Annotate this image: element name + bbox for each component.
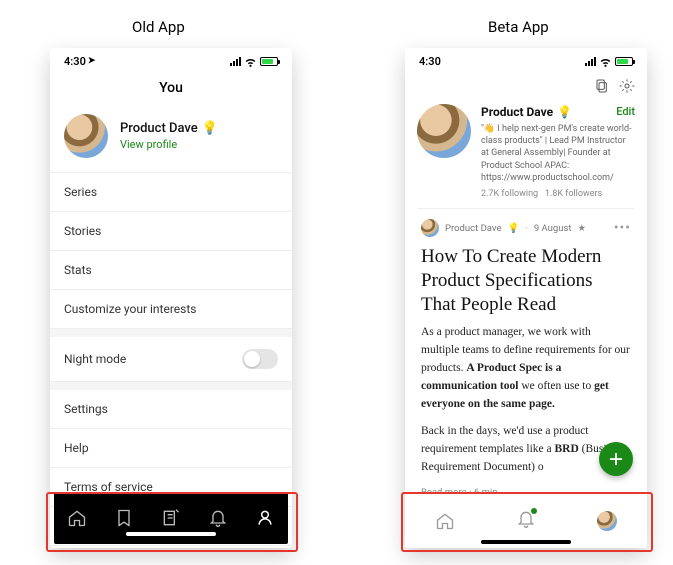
- battery-icon: [615, 57, 633, 66]
- signal-icon: [230, 57, 241, 66]
- profile-row[interactable]: Product Dave💡 View profile: [50, 106, 292, 172]
- compose-fab[interactable]: [599, 442, 633, 476]
- top-actions: [593, 78, 635, 94]
- tab-home-icon[interactable]: [435, 511, 455, 531]
- status-bar: 4:30 ➤: [50, 48, 292, 74]
- beta-app-phone: 4:30 Product Dave💡 Edit "👋 I help next-g…: [405, 48, 647, 548]
- byline-author: Product Dave: [445, 223, 501, 234]
- follow-stats[interactable]: 2.7K following1.8K followers: [481, 188, 635, 200]
- home-indicator: [481, 540, 571, 544]
- row-series[interactable]: Series: [50, 173, 292, 212]
- row-settings[interactable]: Settings: [50, 382, 292, 429]
- page-title: You: [50, 74, 292, 106]
- followers-count: 1.8K followers: [538, 189, 602, 199]
- post-byline: Product Dave 💡 · 9 August ★ •••: [421, 219, 631, 237]
- byline-avatar: [421, 219, 439, 237]
- article-para-1: As a product manager, we work with multi…: [421, 324, 631, 413]
- row-help[interactable]: Help: [50, 429, 292, 468]
- wifi-icon: [599, 55, 612, 68]
- old-app-label: Old App: [132, 18, 185, 36]
- tab-bookmark-icon[interactable]: [114, 508, 134, 528]
- view-profile-link[interactable]: View profile: [120, 138, 218, 151]
- row-stats[interactable]: Stats: [50, 251, 292, 290]
- gear-icon[interactable]: [619, 78, 635, 94]
- status-time: 4:30: [419, 55, 441, 68]
- copy-icon[interactable]: [593, 78, 609, 94]
- row-customize[interactable]: Customize your interests: [50, 290, 292, 329]
- status-bar: 4:30: [405, 48, 647, 74]
- tab-home-icon[interactable]: [67, 508, 87, 528]
- row-night-mode: Night mode: [50, 329, 292, 382]
- article-para-2: Back in the days, we'd use a product req…: [421, 423, 631, 476]
- tab-compose-icon[interactable]: [161, 508, 181, 528]
- row-stories[interactable]: Stories: [50, 212, 292, 251]
- plus-icon: [607, 450, 625, 468]
- status-time: 4:30: [64, 55, 86, 68]
- night-mode-label: Night mode: [64, 352, 126, 366]
- settings-list: Series Stories Stats Customize your inte…: [50, 172, 292, 546]
- notification-dot: [531, 508, 537, 514]
- avatar[interactable]: [417, 104, 471, 158]
- profile-bio: "👋 I help next-gen PM's create world-cla…: [481, 123, 635, 184]
- profile-username: Product Dave💡: [120, 121, 218, 136]
- tab-bar: [405, 492, 647, 548]
- tab-profile-avatar[interactable]: [597, 511, 617, 531]
- edit-profile-link[interactable]: Edit: [616, 105, 635, 120]
- location-arrow-icon: ➤: [88, 56, 96, 66]
- following-count: 2.7K following: [481, 189, 538, 199]
- wifi-icon: [244, 55, 257, 68]
- home-indicator: [126, 532, 216, 536]
- star-icon: ★: [577, 223, 586, 234]
- signal-icon: [585, 57, 596, 66]
- tab-bar: [54, 492, 288, 544]
- battery-icon: [260, 57, 278, 66]
- profile-card: Product Dave💡 Edit "👋 I help next-gen PM…: [417, 104, 635, 200]
- avatar: [64, 114, 108, 158]
- tab-bell-wrapper[interactable]: [516, 509, 536, 533]
- byline-date: 9 August: [534, 223, 572, 234]
- post-more-button[interactable]: •••: [614, 220, 631, 236]
- beta-app-label: Beta App: [488, 18, 549, 36]
- article-title: How To Create Modern Product Specificati…: [421, 245, 631, 316]
- tab-profile-icon[interactable]: [255, 508, 275, 528]
- profile-username: Product Dave💡: [481, 104, 572, 120]
- night-mode-toggle[interactable]: [242, 349, 278, 369]
- tab-bell-icon[interactable]: [208, 508, 228, 528]
- old-app-phone: 4:30 ➤ You Product Dave💡 View profile Se…: [50, 48, 292, 548]
